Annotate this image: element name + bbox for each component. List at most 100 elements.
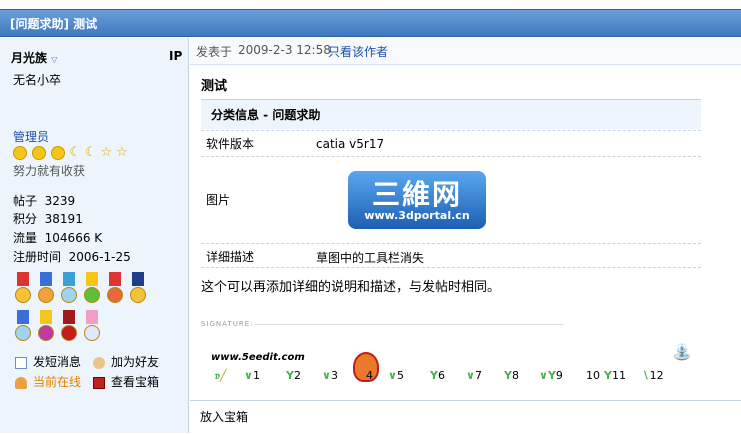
signature-site: www.5eedit.com [211,352,305,363]
add-friend-label: 加为好友 [111,355,160,369]
stat-label: 积分 [13,212,38,226]
level-number: 12 [649,369,664,382]
treasure-chest-icon [93,376,105,389]
sprout-icon: ∨ [244,369,253,382]
post-datetime: 2009-2-3 12:58 [238,43,331,57]
moon-icon: ☾ [69,145,82,160]
post-subject: 测试 [201,79,228,94]
stat-label: 注册时间 [13,250,62,264]
medal-icon [36,272,56,304]
level-badge: 10 [586,369,600,382]
field-value: 草图中的工具栏消失 [316,251,425,265]
level-number: 8 [511,369,519,382]
post-header: 发表于 2009-2-3 12:58 只看该作者 [190,38,741,65]
field-label: 详细描述 [206,250,255,264]
ip-link[interactable]: IP [169,49,182,63]
stat-label: 流量 [13,231,38,245]
medal-icon [105,272,125,304]
level-number: 6 [437,369,445,382]
thread-title: [问题求助] 测试 [10,17,98,31]
level-badge: ∨Y9 [539,369,563,382]
medal-icon [59,272,79,304]
level-number: 9 [555,369,563,382]
level-badge: Y11 [604,369,626,382]
level-number: 3 [330,369,338,382]
sprout-icon: Y [286,369,294,382]
stat-value: 38191 [44,212,83,226]
author-name[interactable]: 月光族 ▽ [11,49,57,66]
add-friend-link[interactable]: 加为好友 [93,353,159,370]
sprout-icon: Y [504,369,512,382]
sprout-icon: ∖ [642,369,650,382]
online-status: 当前在线 [15,373,81,390]
level-badge: Y6 [430,369,445,382]
sprout-icon: ∨ [539,369,548,382]
put-in-treasure-link[interactable]: 放入宝箱 [200,410,248,424]
medal-icon [59,310,79,342]
medal-icon [13,310,33,342]
add-user-icon [93,356,105,369]
smiley-icon [31,145,46,160]
level-number: 10 [586,369,600,382]
post-content: 发表于 2009-2-3 12:58 只看该作者 测试 分类信息 - 问题求助 … [190,38,741,433]
author-motto: 努力就有收获 [13,164,86,178]
logo-title: 三維网 [371,178,462,211]
star-icon: ☆ [100,145,113,160]
post-footer: 放入宝箱 [190,400,741,433]
medal-icon [82,310,102,342]
sprout-icon: Y [604,369,612,382]
level-badge: 4 [366,369,373,382]
medal-icon [36,310,56,342]
stat-value: 104666 K [44,231,103,245]
stat-posts: 帖子 3239 [13,192,75,209]
send-message-link[interactable]: 发短消息 [15,353,81,370]
divider [201,156,701,157]
divider [201,130,701,131]
level-badge: 𝔳╱ [215,369,227,382]
view-treasure-link[interactable]: 查看宝箱 [93,373,159,390]
watering-can-icon: ⛲ [672,342,692,361]
level-number: 11 [611,369,626,382]
field-value: catia v5r17 [316,137,385,151]
level-number: 5 [396,369,404,382]
stat-label: 帖子 [13,194,38,208]
rank-stars: ☾ ☾ ☆ ☆ [13,145,128,160]
level-number: 2 [293,369,301,382]
level-number: 4 [366,369,373,382]
sprout-icon: ∨ [322,369,331,382]
post-body: 这个可以再添加详细的说明和描述，与发帖时相同。 [201,280,501,295]
level-badge: Y2 [286,369,301,382]
field-label: 图片 [206,193,231,207]
view-treasure-label: 查看宝箱 [111,375,160,389]
sprout-icon: Y [430,369,438,382]
medal-icon [13,272,33,304]
stat-credits: 积分 38191 [13,210,83,227]
posted-label: 发表于 [196,45,233,59]
category-header: 分类信息 - 问题求助 [201,99,701,129]
field-label: 软件版本 [206,137,255,151]
attached-image[interactable]: 三維网 www.3dportal.cn [348,171,486,229]
level-badge: Y8 [504,369,519,382]
level-badge: ∨3 [322,369,338,382]
medal-icon [82,272,102,304]
only-author-link[interactable]: 只看该作者 [328,43,388,60]
category-label: 分类信息 - 问题求助 [211,108,321,122]
level-number: 1 [252,369,260,382]
stat-value: 3239 [44,194,76,208]
level-badge: ∖12 [642,369,664,382]
logo-url: www.3dportal.cn [364,209,470,222]
envelope-icon [15,356,27,369]
stat-register-date: 注册时间 2006-1-25 [13,248,131,265]
author-panel: 月光族 ▽ IP 无名小卒 管理员 ☾ ☾ ☆ ☆ 努力就有收获 帖子 3239… [0,38,189,433]
chevron-down-icon: ▽ [51,55,58,64]
moon-icon: ☾ [84,145,97,160]
signature-divider [254,324,564,325]
author-name-text: 月光族 [11,51,48,65]
user-online-icon [15,376,27,389]
smiley-icon [50,145,65,160]
star-icon: ☆ [115,145,128,160]
level-number: 7 [474,369,482,382]
sprout-icon: ∨ [466,369,475,382]
author-group: 管理员 [13,130,50,144]
sprout-icon: ∨ [388,369,397,382]
